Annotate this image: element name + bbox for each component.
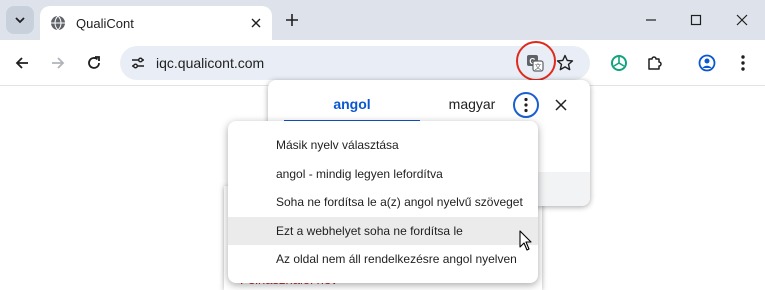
account-icon bbox=[698, 54, 716, 72]
menu-item-page-not-in-language[interactable]: Az oldal nem áll rendelkezésre angol nye… bbox=[228, 245, 538, 274]
chevron-down-icon bbox=[15, 17, 25, 24]
translate-options-menu: Másik nyelv választása angol - mindig le… bbox=[228, 121, 538, 283]
menu-item-choose-language[interactable]: Másik nyelv választása bbox=[228, 131, 538, 160]
chatgpt-extension-button[interactable] bbox=[608, 52, 630, 74]
puzzle-icon bbox=[648, 56, 662, 70]
forward-button[interactable] bbox=[47, 52, 69, 74]
globe-icon bbox=[50, 15, 66, 31]
bookmark-button[interactable] bbox=[554, 52, 576, 74]
tab-source-language[interactable]: angol bbox=[298, 96, 406, 112]
star-icon bbox=[556, 54, 574, 71]
maximize-icon bbox=[690, 14, 702, 26]
tab-target-language[interactable]: magyar bbox=[418, 96, 526, 112]
url-text: iqc.qualicont.com bbox=[156, 55, 265, 71]
plus-icon bbox=[286, 14, 298, 26]
minimize-button[interactable] bbox=[641, 10, 661, 30]
mouse-cursor-icon bbox=[519, 230, 532, 251]
close-window-button[interactable] bbox=[732, 10, 752, 30]
minimize-icon bbox=[646, 19, 656, 21]
menu-item-never-translate-language[interactable]: Soha ne fordítsa le a(z) angol nyelvű sz… bbox=[228, 188, 538, 217]
profile-button[interactable] bbox=[696, 52, 718, 74]
menu-item-never-translate-site[interactable]: Ezt a webhelyet soha ne fordítsa le bbox=[228, 216, 538, 245]
tab-title: QualiCont bbox=[76, 15, 134, 31]
arrow-left-icon bbox=[15, 57, 28, 69]
openai-icon bbox=[611, 55, 627, 71]
extensions-button[interactable] bbox=[644, 52, 666, 74]
site-info-icon[interactable] bbox=[128, 53, 148, 73]
back-button[interactable] bbox=[11, 52, 33, 74]
menu-item-always-translate[interactable]: angol - mindig legyen lefordítva bbox=[228, 160, 538, 189]
tab-strip: QualiCont bbox=[0, 0, 765, 40]
translate-highlight-ring bbox=[516, 41, 556, 81]
browser-menu-button[interactable] bbox=[732, 52, 754, 74]
new-tab-button[interactable] bbox=[282, 10, 302, 30]
close-bubble-button[interactable] bbox=[550, 94, 572, 116]
close-icon bbox=[555, 99, 567, 111]
translate-options-button[interactable] bbox=[513, 92, 539, 118]
more-vertical-icon bbox=[741, 55, 745, 71]
browser-tab[interactable]: QualiCont bbox=[40, 6, 272, 40]
close-icon[interactable] bbox=[246, 13, 266, 33]
reload-icon bbox=[88, 56, 100, 69]
maximize-button[interactable] bbox=[686, 10, 706, 30]
arrow-right-icon bbox=[52, 57, 65, 69]
tab-search-button[interactable] bbox=[6, 6, 34, 34]
reload-button[interactable] bbox=[83, 52, 105, 74]
close-icon bbox=[736, 14, 748, 26]
more-vertical-icon bbox=[524, 97, 528, 113]
